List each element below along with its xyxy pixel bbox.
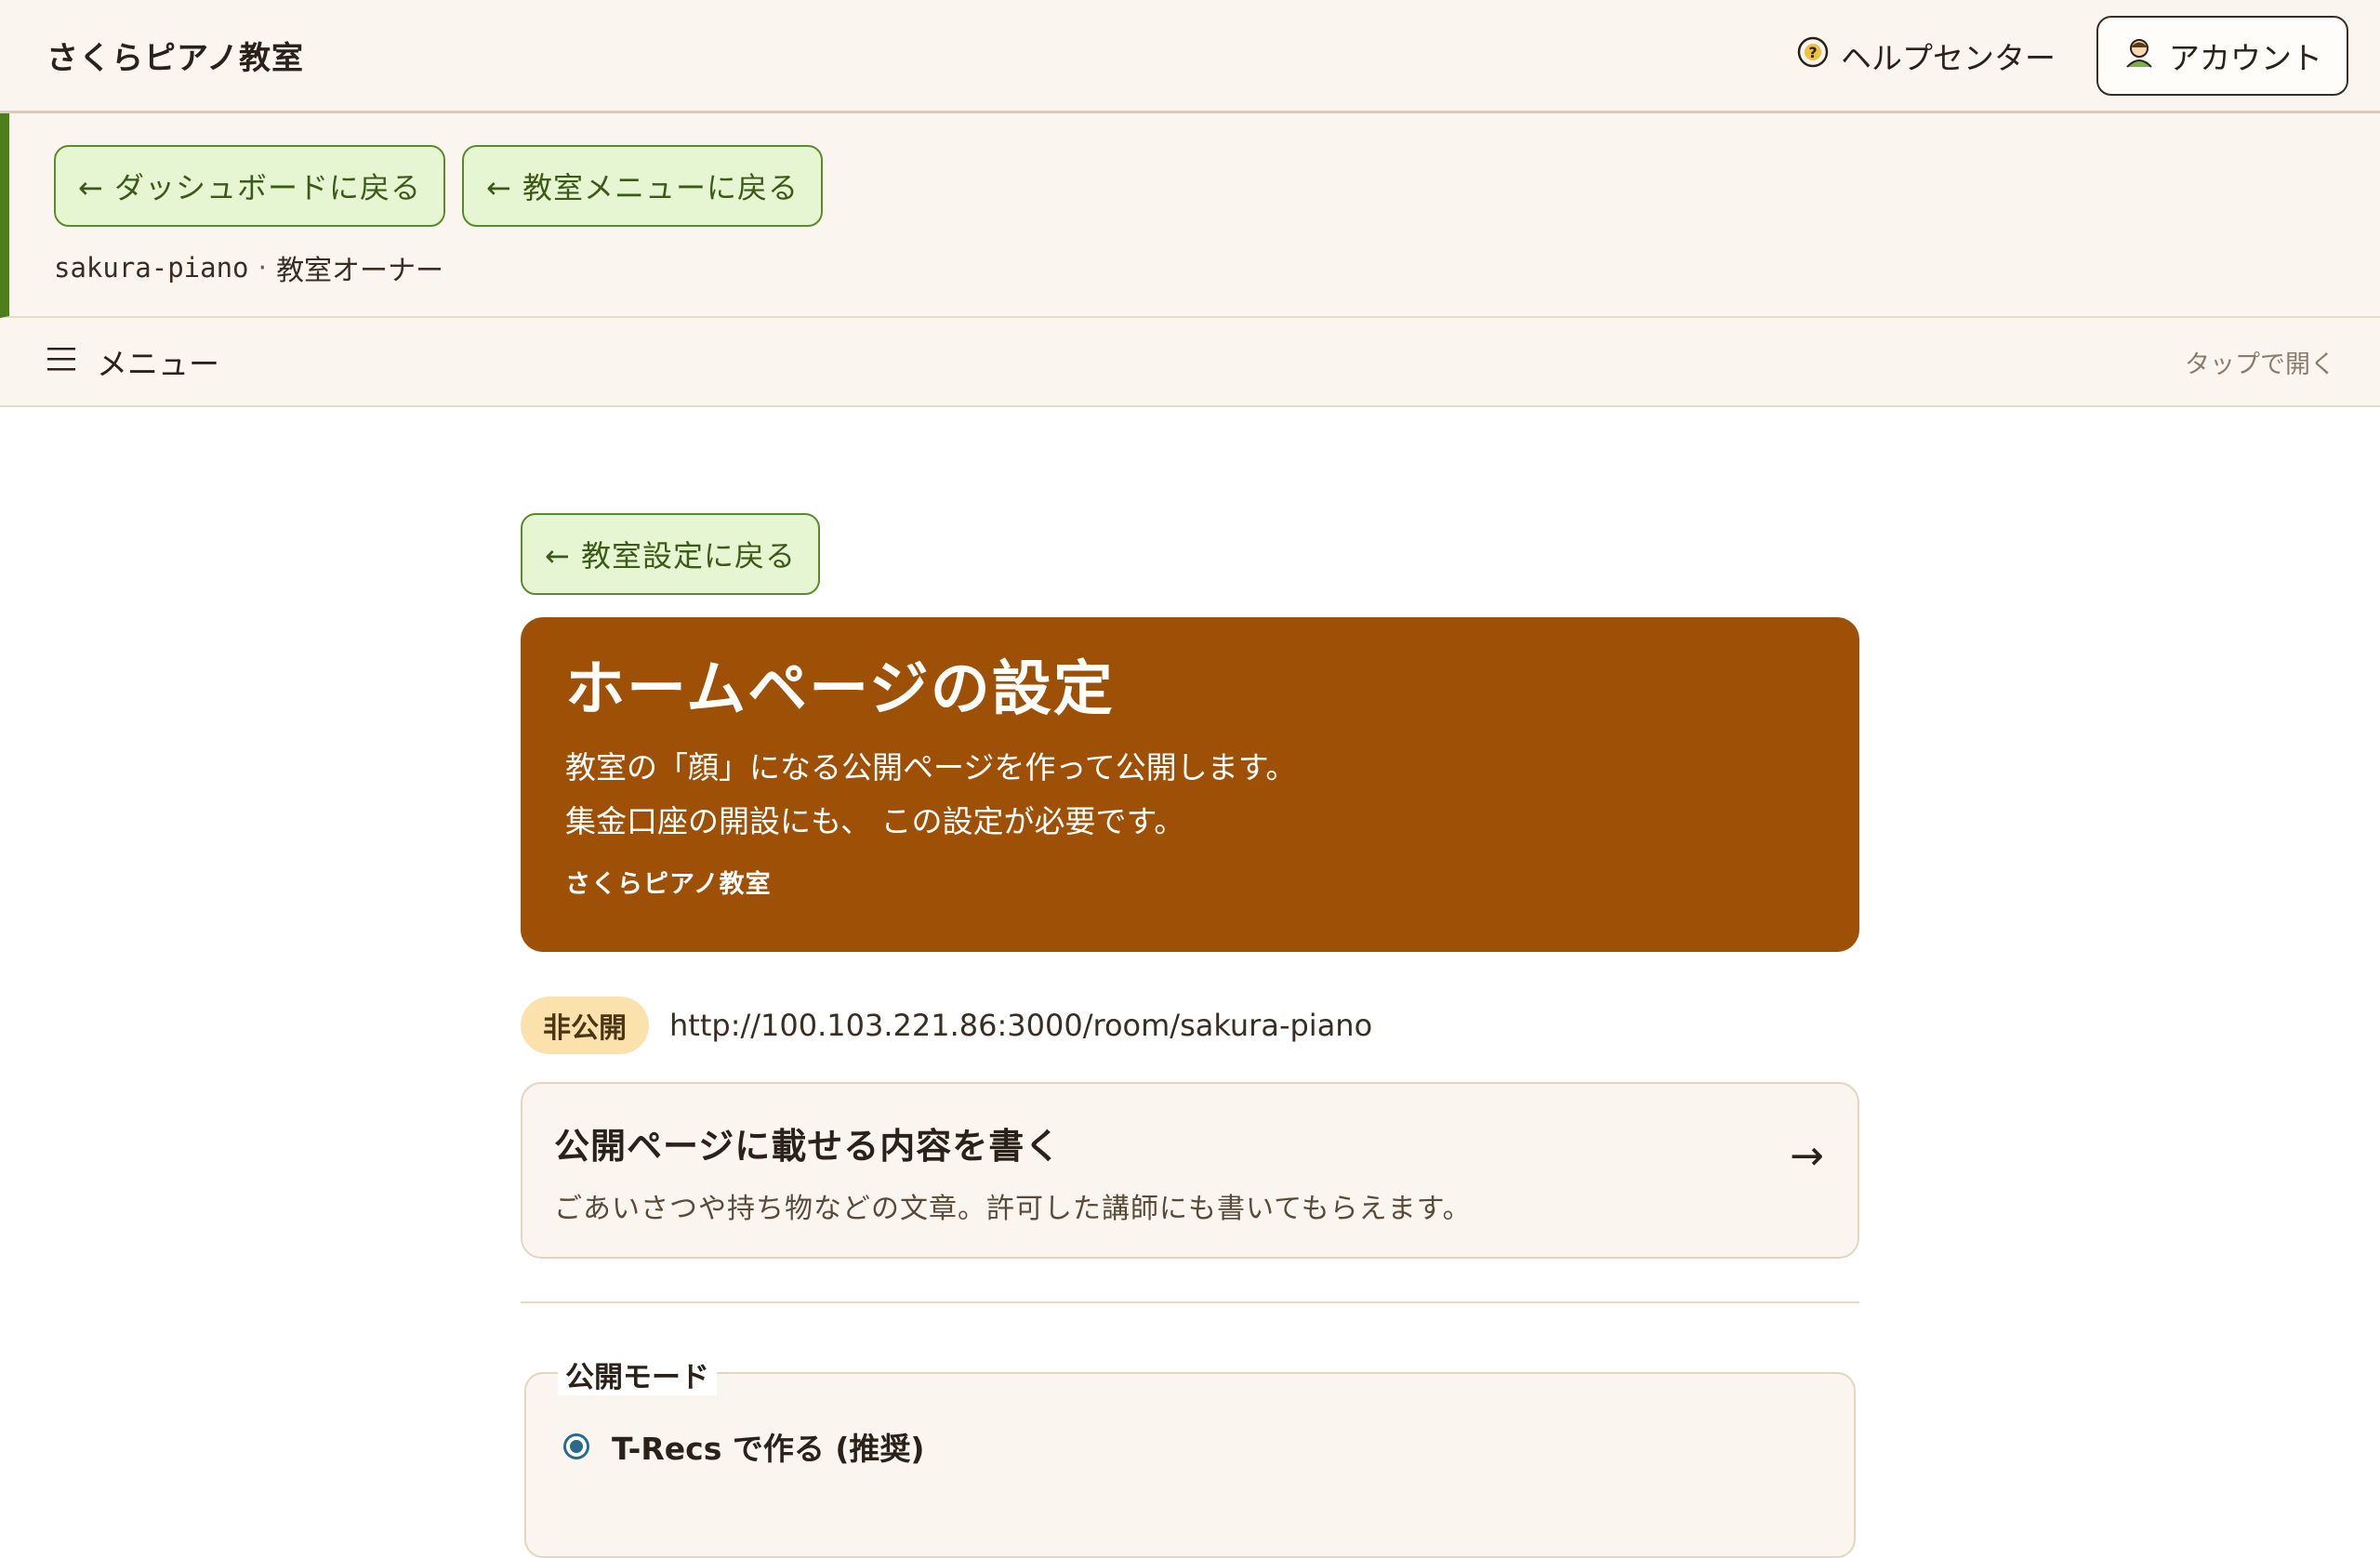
hero-room-name: さくらピアノ教室: [565, 869, 772, 899]
section-divider: [521, 1301, 1859, 1303]
account-button[interactable]: アカウント: [2096, 15, 2348, 96]
svg-text:?: ?: [1808, 44, 1817, 61]
room-context-meta: sakura-piano · 教室オーナー: [54, 247, 2380, 288]
hero-banner: ホームページの設定 教室の「顔」になる公開ページを作って公開します。 集金口座の…: [521, 617, 1859, 952]
publish-mode-option-label: T-Recs で作る (推奨): [612, 1431, 925, 1467]
radio-selected-icon[interactable]: [563, 1433, 589, 1459]
top-header: さくらピアノ教室 ? ヘルプセンター アカウント: [0, 0, 2380, 113]
help-icon: ?: [1796, 35, 1830, 76]
back-to-settings-button[interactable]: ← 教室設定に戻る: [521, 513, 820, 595]
hero-desc-line-1: 教室の「顔」になる公開ページを作って公開します。: [565, 748, 1297, 786]
hero-description: 教室の「顔」になる公開ページを作って公開します。 集金口座の開設にも、 この設定…: [565, 741, 1815, 849]
meta-separator: ·: [258, 251, 268, 284]
edit-content-card[interactable]: 公開ページに載せる内容を書く ごあいさつや持ち物などの文章。許可した講師にも書い…: [521, 1082, 1859, 1259]
help-center-link[interactable]: ? ヘルプセンター: [1796, 33, 2056, 78]
room-slug: sakura-piano: [54, 252, 249, 284]
publish-mode-legend: 公開モード: [558, 1353, 717, 1395]
brand-title[interactable]: さくらピアノ教室: [46, 33, 304, 78]
menu-label: メニュー: [97, 346, 219, 382]
user-avatar-icon: [2122, 35, 2156, 76]
public-page-url[interactable]: http://100.103.221.86:3000/room/sakura-p…: [669, 1008, 1372, 1043]
publish-status-row: 非公開 http://100.103.221.86:3000/room/saku…: [521, 997, 1859, 1054]
context-bar: ← ダッシュボードに戻る ← 教室メニューに戻る sakura-piano · …: [0, 113, 2380, 318]
menu-toggle-button[interactable]: メニュー: [46, 339, 219, 384]
help-center-label: ヘルプセンター: [1841, 39, 2056, 76]
main-content: ← 教室設定に戻る ホームページの設定 教室の「顔」になる公開ページを作って公開…: [521, 513, 1859, 1558]
account-label: アカウント: [2169, 39, 2322, 76]
menu-bar[interactable]: メニュー タップで開く: [0, 318, 2380, 407]
edit-content-title: 公開ページに載せる内容を書く: [554, 1126, 1062, 1167]
publish-mode-option-trecs[interactable]: T-Recs で作る (推奨): [563, 1424, 1817, 1469]
menu-hint: タップで開く: [2185, 350, 2335, 379]
back-to-dashboard-button[interactable]: ← ダッシュボードに戻る: [54, 145, 445, 227]
back-to-room-menu-button[interactable]: ← 教室メニューに戻る: [462, 145, 823, 227]
user-role: 教室オーナー: [276, 255, 444, 287]
context-nav-buttons: ← ダッシュボードに戻る ← 教室メニューに戻る: [54, 145, 2380, 227]
page-title: ホームページの設定: [565, 655, 1115, 724]
publish-mode-fieldset: 公開モード T-Recs で作る (推奨): [524, 1353, 1856, 1558]
arrow-right-icon: →: [1790, 1132, 1824, 1180]
hamburger-icon: [46, 344, 76, 380]
hero-desc-line-2: 集金口座の開設にも、 この設定が必要です。: [565, 802, 1185, 839]
header-actions: ? ヘルプセンター アカウント: [1796, 15, 2348, 96]
status-badge: 非公開: [521, 997, 649, 1054]
edit-content-description: ごあいさつや持ち物などの文章。許可した講師にも書いてもらえます。: [554, 1193, 1472, 1225]
